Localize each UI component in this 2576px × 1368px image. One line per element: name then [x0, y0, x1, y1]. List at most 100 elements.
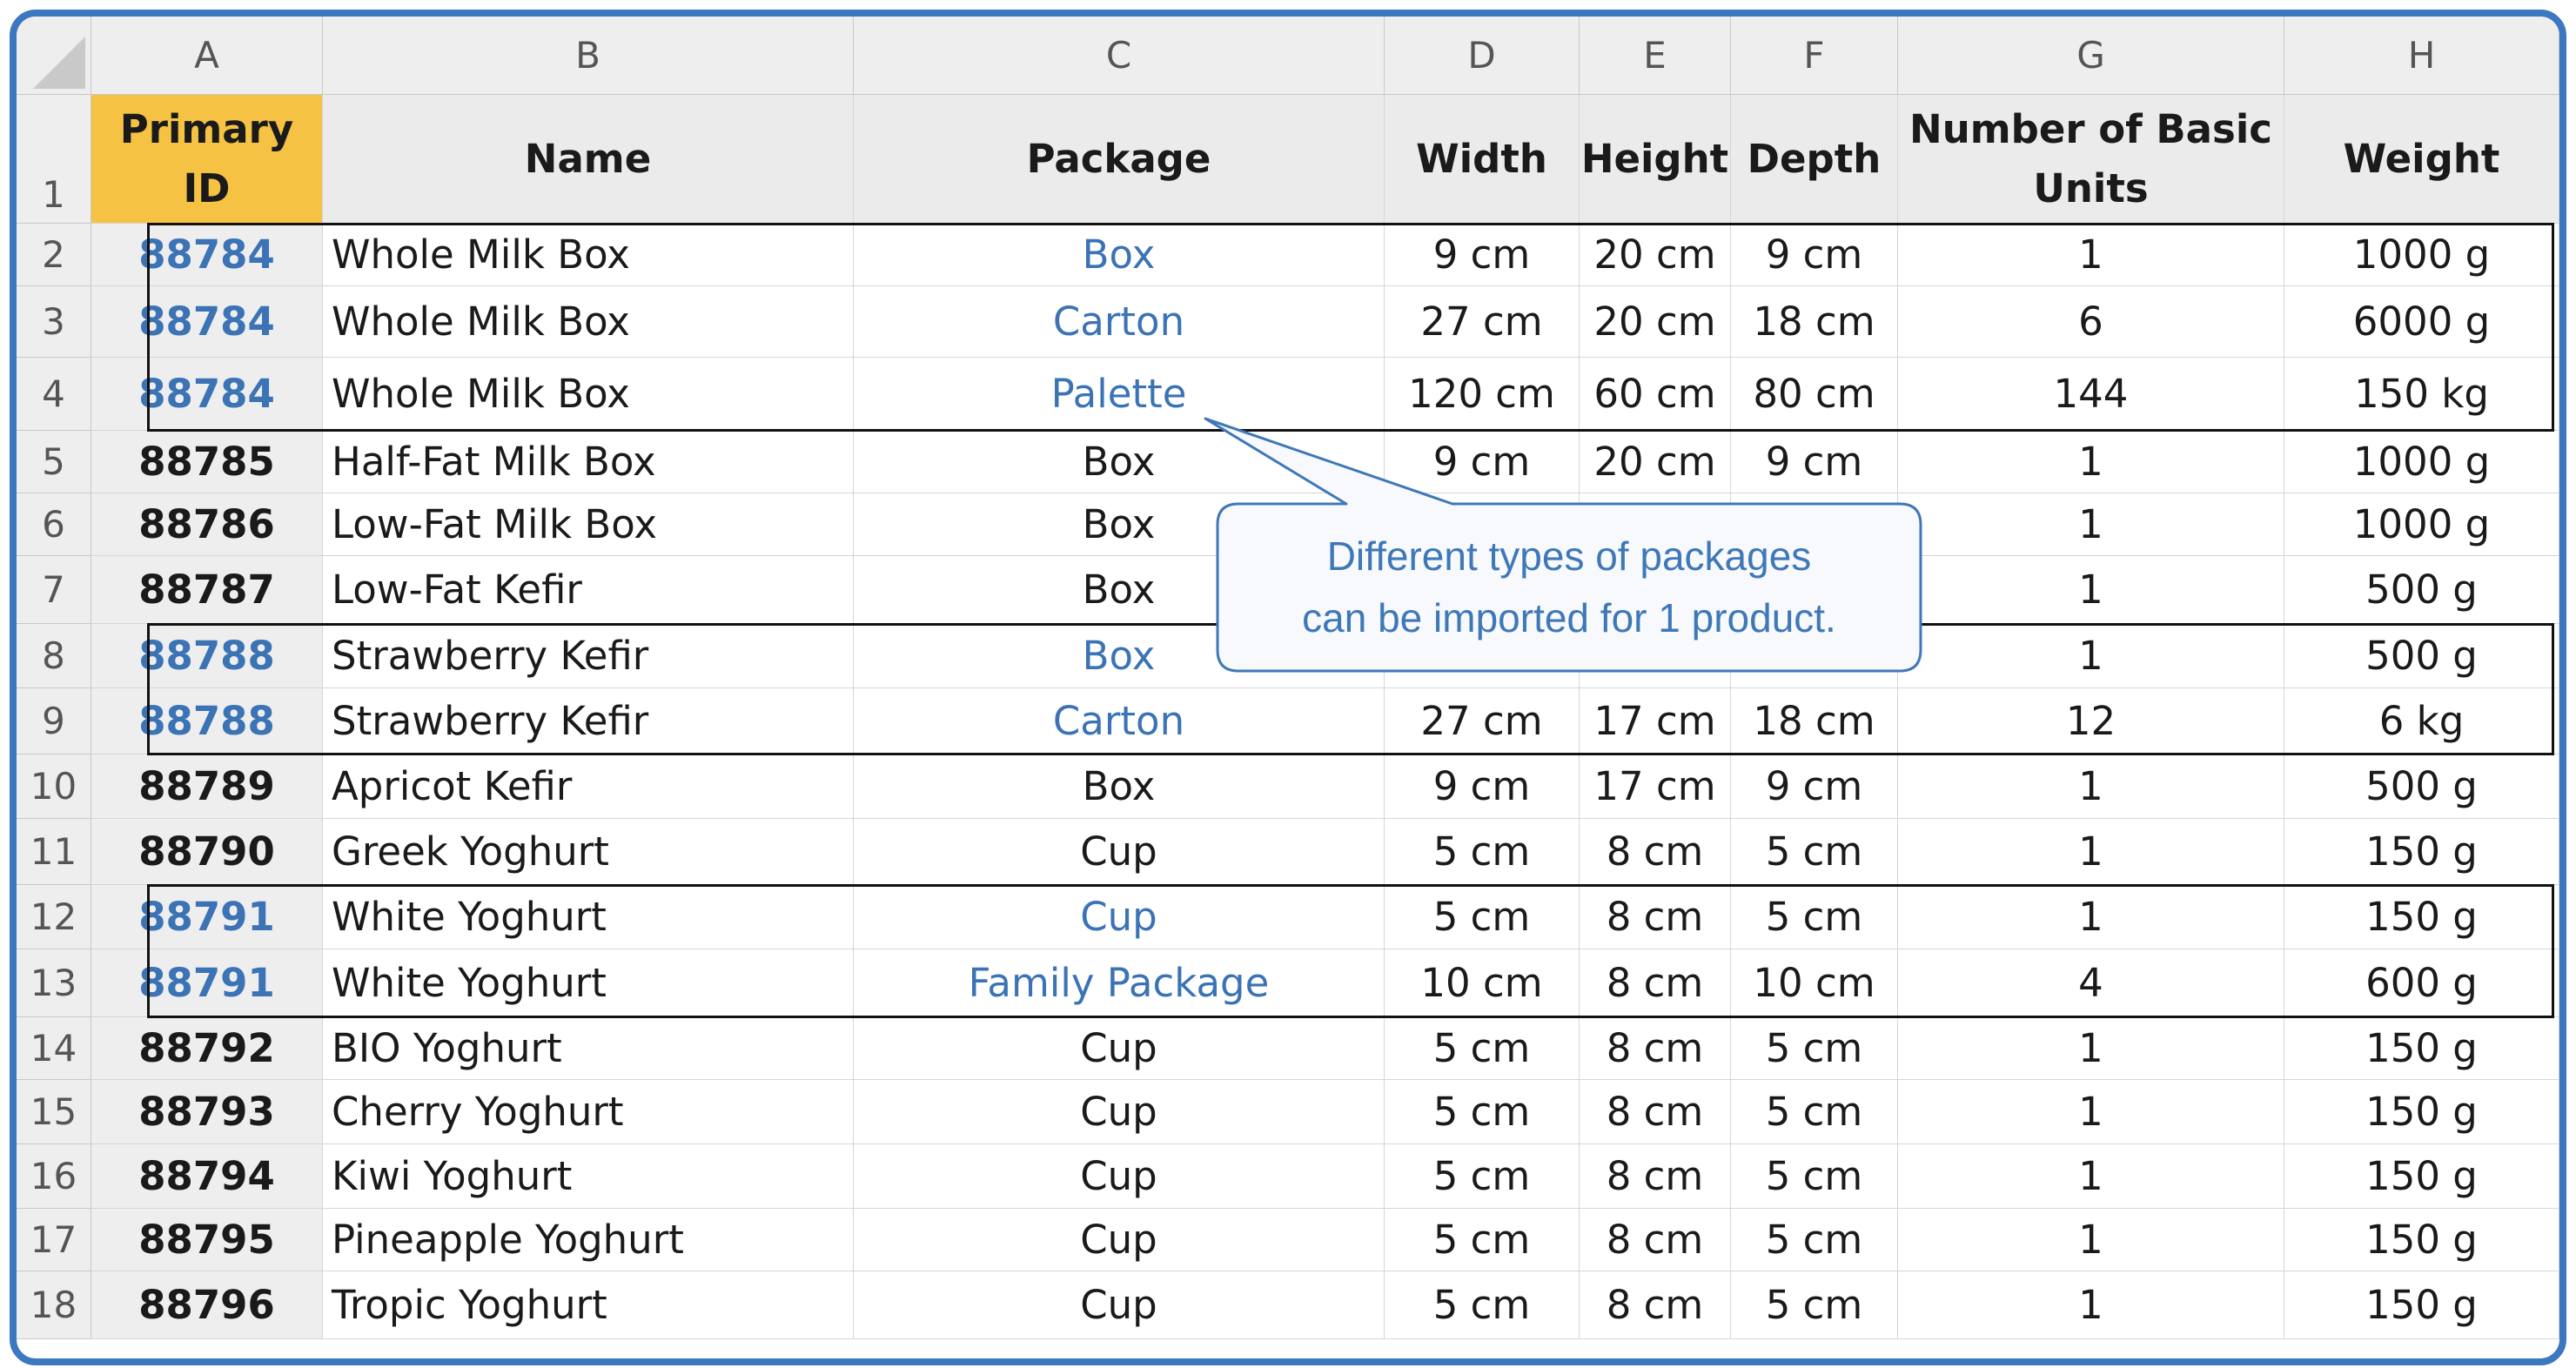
row-header-8[interactable]: 8: [17, 624, 91, 688]
cell-weight[interactable]: 150 g: [2284, 1017, 2559, 1080]
cell-weight[interactable]: 150 g: [2284, 1080, 2559, 1144]
cell-weight[interactable]: 600 g: [2284, 949, 2559, 1017]
row-header-6[interactable]: 6: [17, 493, 91, 556]
row-header-17[interactable]: 17: [17, 1209, 91, 1271]
cell-name[interactable]: Cherry Yoghurt: [323, 1080, 854, 1144]
cell-basic-units[interactable]: 1: [1898, 1080, 2284, 1144]
cell-depth[interactable]: 80 cm: [1731, 358, 1898, 431]
row-header-11[interactable]: 11: [17, 819, 91, 885]
cell-primary-id[interactable]: 88784: [91, 224, 323, 286]
cell-package[interactable]: Cup: [854, 1080, 1385, 1144]
cell-primary-id[interactable]: 88784: [91, 286, 323, 358]
cell-weight[interactable]: 150 kg: [2284, 358, 2559, 431]
cell-basic-units[interactable]: 1: [1898, 819, 2284, 885]
cell-name[interactable]: Half-Fat Milk Box: [323, 431, 854, 493]
row-header-10[interactable]: 10: [17, 754, 91, 819]
row-header-7[interactable]: 7: [17, 556, 91, 624]
cell-primary-id[interactable]: 88784: [91, 358, 323, 431]
cell-package[interactable]: Cup: [854, 1017, 1385, 1080]
cell-name[interactable]: Low-Fat Milk Box: [323, 493, 854, 556]
column-header-a[interactable]: A: [91, 17, 323, 95]
cell-height[interactable]: 8 cm: [1580, 1209, 1731, 1271]
cell-basic-units[interactable]: 1: [1898, 1144, 2284, 1209]
cell-primary-id[interactable]: 88791: [91, 885, 323, 949]
cell-name[interactable]: Low-Fat Kefir: [323, 556, 854, 624]
cell-basic-units[interactable]: 1: [1898, 1271, 2284, 1339]
cell-basic-units[interactable]: 1: [1898, 556, 2284, 624]
cell-height[interactable]: 17 cm: [1580, 688, 1731, 754]
cell-name[interactable]: Whole Milk Box: [323, 224, 854, 286]
cell-depth[interactable]: 9 cm: [1731, 224, 1898, 286]
cell-width[interactable]: 27 cm: [1385, 688, 1580, 754]
row-header-12[interactable]: 12: [17, 885, 91, 949]
row-header-16[interactable]: 16: [17, 1144, 91, 1209]
cell-weight[interactable]: 1000 g: [2284, 224, 2559, 286]
row-header-13[interactable]: 13: [17, 949, 91, 1017]
cell-weight[interactable]: 150 g: [2284, 1271, 2559, 1339]
header-cell-primary-id[interactable]: Primary ID: [91, 95, 323, 224]
cell-package[interactable]: Cup: [854, 819, 1385, 885]
cell-name[interactable]: Kiwi Yoghurt: [323, 1144, 854, 1209]
cell-basic-units[interactable]: 1: [1898, 1017, 2284, 1080]
cell-weight[interactable]: 500 g: [2284, 556, 2559, 624]
cell-width[interactable]: 5 cm: [1385, 1080, 1580, 1144]
cell-name[interactable]: White Yoghurt: [323, 885, 854, 949]
cell-weight[interactable]: 150 g: [2284, 1144, 2559, 1209]
cell-weight[interactable]: 500 g: [2284, 624, 2559, 688]
cell-primary-id[interactable]: 88788: [91, 624, 323, 688]
cell-weight[interactable]: 6000 g: [2284, 286, 2559, 358]
header-cell-height[interactable]: Height: [1580, 95, 1731, 224]
cell-weight[interactable]: 1000 g: [2284, 493, 2559, 556]
cell-basic-units[interactable]: 4: [1898, 949, 2284, 1017]
header-cell-name[interactable]: Name: [323, 95, 854, 224]
cell-package[interactable]: Cup: [854, 1144, 1385, 1209]
cell-primary-id[interactable]: 88786: [91, 493, 323, 556]
header-cell-depth[interactable]: Depth: [1731, 95, 1898, 224]
cell-basic-units[interactable]: 12: [1898, 688, 2284, 754]
cell-height[interactable]: 60 cm: [1580, 358, 1731, 431]
cell-depth[interactable]: 5 cm: [1731, 885, 1898, 949]
cell-package[interactable]: Box: [854, 224, 1385, 286]
column-header-d[interactable]: D: [1385, 17, 1580, 95]
cell-width[interactable]: 27 cm: [1385, 286, 1580, 358]
cell-depth[interactable]: 10 cm: [1731, 949, 1898, 1017]
cell-package[interactable]: Box: [854, 431, 1385, 493]
cell-primary-id[interactable]: 88795: [91, 1209, 323, 1271]
cell-height[interactable]: 8 cm: [1580, 1144, 1731, 1209]
cell-width[interactable]: 5 cm: [1385, 885, 1580, 949]
cell-basic-units[interactable]: 6: [1898, 286, 2284, 358]
cell-depth[interactable]: 5 cm: [1731, 1017, 1898, 1080]
cell-package[interactable]: Cup: [854, 1271, 1385, 1339]
cell-depth[interactable]: 18 cm: [1731, 688, 1898, 754]
row-header-1[interactable]: 1: [17, 95, 91, 224]
cell-depth[interactable]: 5 cm: [1731, 1271, 1898, 1339]
cell-depth[interactable]: 5 cm: [1731, 1209, 1898, 1271]
cell-basic-units[interactable]: 1: [1898, 431, 2284, 493]
header-cell-weight[interactable]: Weight: [2284, 95, 2559, 224]
cell-height[interactable]: 8 cm: [1580, 885, 1731, 949]
cell-width[interactable]: 5 cm: [1385, 1271, 1580, 1339]
cell-basic-units[interactable]: 1: [1898, 224, 2284, 286]
cell-primary-id[interactable]: 88791: [91, 949, 323, 1017]
cell-name[interactable]: White Yoghurt: [323, 949, 854, 1017]
cell-weight[interactable]: 1000 g: [2284, 431, 2559, 493]
cell-name[interactable]: Pineapple Yoghurt: [323, 1209, 854, 1271]
column-header-b[interactable]: B: [323, 17, 854, 95]
cell-weight[interactable]: 150 g: [2284, 885, 2559, 949]
header-cell-basic-units[interactable]: Number of Basic Units: [1898, 95, 2284, 224]
cell-width[interactable]: 9 cm: [1385, 224, 1580, 286]
row-header-14[interactable]: 14: [17, 1017, 91, 1080]
cell-package[interactable]: Palette: [854, 358, 1385, 431]
cell-name[interactable]: Greek Yoghurt: [323, 819, 854, 885]
row-header-3[interactable]: 3: [17, 286, 91, 358]
cell-depth[interactable]: 9 cm: [1731, 754, 1898, 819]
cell-primary-id[interactable]: 88787: [91, 556, 323, 624]
cell-height[interactable]: 8 cm: [1580, 1271, 1731, 1339]
cell-primary-id[interactable]: 88790: [91, 819, 323, 885]
cell-width[interactable]: 9 cm: [1385, 754, 1580, 819]
cell-primary-id[interactable]: 88788: [91, 688, 323, 754]
cell-weight[interactable]: 150 g: [2284, 1209, 2559, 1271]
cell-width[interactable]: 10 cm: [1385, 949, 1580, 1017]
cell-weight[interactable]: 6 kg: [2284, 688, 2559, 754]
row-header-4[interactable]: 4: [17, 358, 91, 431]
